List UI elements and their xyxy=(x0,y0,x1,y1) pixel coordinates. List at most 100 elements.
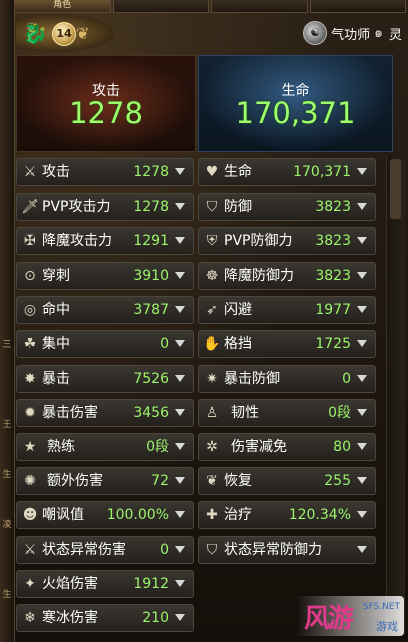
dropdown-arrow-icon[interactable] xyxy=(357,477,367,484)
demon-shield-icon: ☸ xyxy=(205,268,219,284)
stat-row-status-defense[interactable]: ⛉ 状态异常防御力 xyxy=(198,536,376,564)
stat-value: 170,371 xyxy=(293,164,351,180)
stat-row-status-damage[interactable]: ⚔ 状态异常伤害 0 xyxy=(16,536,194,564)
dropdown-arrow-icon[interactable] xyxy=(175,203,185,210)
dropdown-arrow-icon[interactable] xyxy=(175,546,185,553)
stat-row-damage-reduction[interactable]: ✲ 伤害减免 80 xyxy=(198,433,376,461)
stat-row-flame-damage[interactable]: ✦ 火焰伤害 1912 xyxy=(16,570,194,598)
stat-row-tenacity[interactable]: ♙ 韧性 0段 xyxy=(198,399,376,427)
stat-row-accuracy[interactable]: ◎ 命中 3787 xyxy=(16,296,194,324)
dropdown-arrow-icon[interactable] xyxy=(357,203,367,210)
stat-row-life[interactable]: ♥ 生命 170,371 xyxy=(198,158,376,186)
stat-row-pvp-attack[interactable]: 🗡 PVP攻击力 1278 xyxy=(16,193,194,221)
edge-glyph: 生 xyxy=(2,590,12,600)
stat-label: 韧性 xyxy=(231,405,259,421)
dropdown-arrow-icon[interactable] xyxy=(357,306,367,313)
stat-row-defense[interactable]: ⛉ 防御 3823 xyxy=(198,193,376,221)
dropdown-arrow-icon[interactable] xyxy=(357,272,367,279)
dropdown-arrow-icon[interactable] xyxy=(175,237,185,244)
stat-value: 72 xyxy=(151,473,169,489)
class-info: ☯ 气功师 ๑ 灵 xyxy=(303,20,402,46)
recovery-icon: ❦ xyxy=(206,473,218,489)
dropdown-arrow-icon[interactable] xyxy=(175,511,185,518)
stat-label: 寒冰伤害 xyxy=(42,610,98,626)
site-watermark: 风游 SFS.NET 游戏 xyxy=(296,596,404,636)
watermark-sub: 游戏 xyxy=(376,620,398,633)
stat-label: 穿刺 xyxy=(42,268,70,284)
dropdown-arrow-icon[interactable] xyxy=(175,306,185,313)
scrollbar-thumb[interactable] xyxy=(390,159,401,219)
dropdown-arrow-icon[interactable] xyxy=(357,375,367,382)
block-icon: ✋ xyxy=(203,336,221,352)
dropdown-arrow-icon[interactable] xyxy=(175,340,185,347)
dropdown-arrow-icon[interactable] xyxy=(175,409,185,416)
stat-row-evade[interactable]: ➶ 闪避 1977 xyxy=(198,296,376,324)
character-header: 🐉 14 ❦ ☯ 气功师 ๑ 灵 xyxy=(14,12,408,54)
stat-label: 暴击防御 xyxy=(224,371,280,387)
taunt-icon: ☻ xyxy=(22,507,38,523)
stat-row-healing[interactable]: ✚ 治疗 120.34% xyxy=(198,501,376,529)
stat-row-demon-defense[interactable]: ☸ 降魔防御力 3823 xyxy=(198,262,376,290)
stat-row-critical-damage[interactable]: ✹ 暴击伤害 3456 xyxy=(16,399,194,427)
heart-icon: ♥ xyxy=(205,164,219,180)
attack-summary-value: 1278 xyxy=(69,96,143,130)
dropdown-arrow-icon[interactable] xyxy=(175,272,185,279)
dropdown-arrow-icon[interactable] xyxy=(357,168,367,175)
dropdown-arrow-icon[interactable] xyxy=(357,511,367,518)
tenacity-icon: ♙ xyxy=(205,405,219,421)
stat-row-attack[interactable]: ⚔ 攻击 1278 xyxy=(16,158,194,186)
dropdown-arrow-icon[interactable] xyxy=(175,580,185,587)
class-name: 气功师 xyxy=(331,27,371,43)
stat-label: 暴击 xyxy=(42,371,70,387)
stat-value: 3823 xyxy=(315,233,351,249)
stat-row-taunt[interactable]: ☻ 嘲讽值 100.00% xyxy=(16,501,194,529)
target-icon: ◎ xyxy=(23,302,37,318)
dropdown-arrow-icon[interactable] xyxy=(357,409,367,416)
stat-row-focus[interactable]: ☘ 集中 0 xyxy=(16,330,194,358)
stat-value: 0 xyxy=(342,371,351,387)
stat-row-recovery[interactable]: ❦ 恢复 255 xyxy=(198,467,376,495)
scrollbar[interactable] xyxy=(386,155,405,635)
dropdown-arrow-icon[interactable] xyxy=(175,443,185,450)
stat-value: 255 xyxy=(324,473,351,489)
soul-name: 灵 xyxy=(388,27,402,43)
pvp-shield-icon: ⛨ xyxy=(206,233,218,249)
sword-icon: 🗡 xyxy=(21,199,39,215)
tab-bar: 角色 xyxy=(14,0,408,13)
stat-row-frost-damage[interactable]: ❄ 寒冰伤害 210 xyxy=(16,604,194,632)
stat-row-critical-defense[interactable]: ✷ 暴击防御 0 xyxy=(198,365,376,393)
stat-row-pierce[interactable]: ⊙ 穿刺 3910 xyxy=(16,262,194,290)
stat-value: 3910 xyxy=(133,268,169,284)
dropdown-arrow-icon[interactable] xyxy=(175,168,185,175)
stat-value: 1278 xyxy=(133,199,169,215)
stat-row-pvp-defense[interactable]: ⛨ PVP防御力 3823 xyxy=(198,227,376,255)
stat-row-demon-attack[interactable]: ✠ 降魔攻击力 1291 xyxy=(16,227,194,255)
healing-icon: ✚ xyxy=(206,507,218,523)
stat-label: 熟练 xyxy=(47,439,75,455)
dropdown-arrow-icon[interactable] xyxy=(357,340,367,347)
dropdown-arrow-icon[interactable] xyxy=(175,614,185,621)
dragon-icon: 🐉 xyxy=(22,21,48,45)
edge-glyph: 生 xyxy=(2,470,12,480)
edge-glyph: 三 xyxy=(2,340,12,350)
stat-value: 120.34% xyxy=(288,507,351,523)
stat-value: 7526 xyxy=(133,371,169,387)
stat-row-block[interactable]: ✋ 格挡 1725 xyxy=(198,330,376,358)
stat-value: 0段 xyxy=(328,405,351,421)
stat-label: 火焰伤害 xyxy=(42,576,98,592)
dropdown-arrow-icon[interactable] xyxy=(175,477,185,484)
stat-row-mastery[interactable]: ★ 熟练 0段 xyxy=(16,433,194,461)
dropdown-arrow-icon[interactable] xyxy=(357,443,367,450)
stat-label: 状态异常伤害 xyxy=(42,542,126,558)
stat-label: 治疗 xyxy=(224,507,252,523)
stat-value: 3787 xyxy=(133,302,169,318)
stat-value: 80 xyxy=(333,439,351,455)
critical-icon: ✸ xyxy=(24,371,36,387)
dropdown-arrow-icon[interactable] xyxy=(175,375,185,382)
stat-row-extra-damage[interactable]: ✺ 额外伤害 72 xyxy=(16,467,194,495)
dropdown-arrow-icon[interactable] xyxy=(357,546,367,553)
shield-icon: ⛉ xyxy=(206,199,218,215)
dropdown-arrow-icon[interactable] xyxy=(357,237,367,244)
stat-row-critical[interactable]: ✸ 暴击 7526 xyxy=(16,365,194,393)
stat-label: 伤害减免 xyxy=(231,439,287,455)
